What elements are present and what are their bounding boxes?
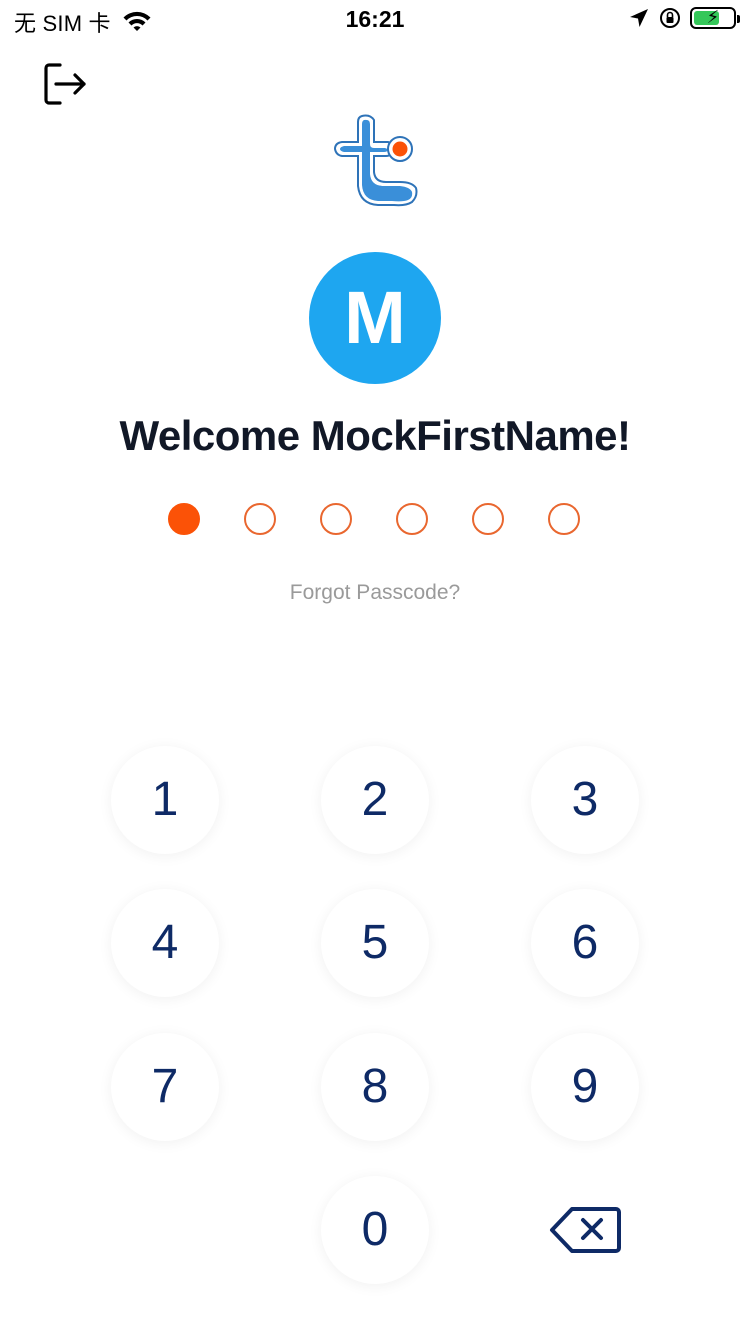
- welcome-text: Welcome MockFirstName!: [119, 412, 631, 459]
- key-label: 7: [151, 1060, 179, 1113]
- key-2[interactable]: 2: [321, 746, 429, 854]
- key-label: 6: [571, 916, 599, 969]
- passcode-dot-empty: [396, 503, 428, 535]
- welcome-heading: Welcome MockFirstName!: [0, 412, 750, 460]
- forgot-passcode-link[interactable]: Forgot Passcode?: [0, 581, 750, 605]
- key-9[interactable]: 9: [531, 1033, 639, 1141]
- passcode-dot-empty: [548, 503, 580, 535]
- key-label: 8: [361, 1060, 389, 1113]
- location-arrow-icon: [630, 9, 648, 27]
- logout-icon: [44, 63, 86, 105]
- key-label: 5: [361, 916, 389, 969]
- key-1[interactable]: 1: [111, 746, 219, 854]
- passcode-dot-empty: [320, 503, 352, 535]
- key-label: 3: [571, 773, 599, 826]
- key-7[interactable]: 7: [111, 1033, 219, 1141]
- backspace-icon: [550, 1207, 621, 1253]
- key-label: 9: [571, 1060, 599, 1113]
- key-0[interactable]: 0: [321, 1176, 429, 1284]
- key-label: 1: [151, 773, 179, 826]
- status-right: ⚡: [628, 6, 740, 30]
- passcode-dot-filled: [168, 503, 200, 535]
- user-avatar: M: [309, 252, 441, 384]
- key-4[interactable]: 4: [111, 889, 219, 997]
- status-bar: 无 SIM 卡 16:21 ⚡: [0, 0, 750, 40]
- key-5[interactable]: 5: [321, 889, 429, 997]
- app-logo: [330, 110, 422, 210]
- charging-bolt-icon: ⚡: [706, 7, 720, 27]
- passcode-dot-empty: [472, 503, 504, 535]
- backspace-button[interactable]: [546, 1200, 626, 1260]
- key-label: 0: [361, 1203, 389, 1256]
- avatar-initial: M: [344, 276, 406, 359]
- battery-icon: ⚡: [690, 7, 740, 29]
- passcode-indicator: [168, 503, 580, 535]
- key-label: 2: [361, 773, 389, 826]
- key-label: 4: [151, 916, 179, 969]
- logout-button[interactable]: [40, 60, 90, 110]
- key-8[interactable]: 8: [321, 1033, 429, 1141]
- orientation-lock-icon: [660, 8, 680, 28]
- key-6[interactable]: 6: [531, 889, 639, 997]
- key-3[interactable]: 3: [531, 746, 639, 854]
- passcode-dot-empty: [244, 503, 276, 535]
